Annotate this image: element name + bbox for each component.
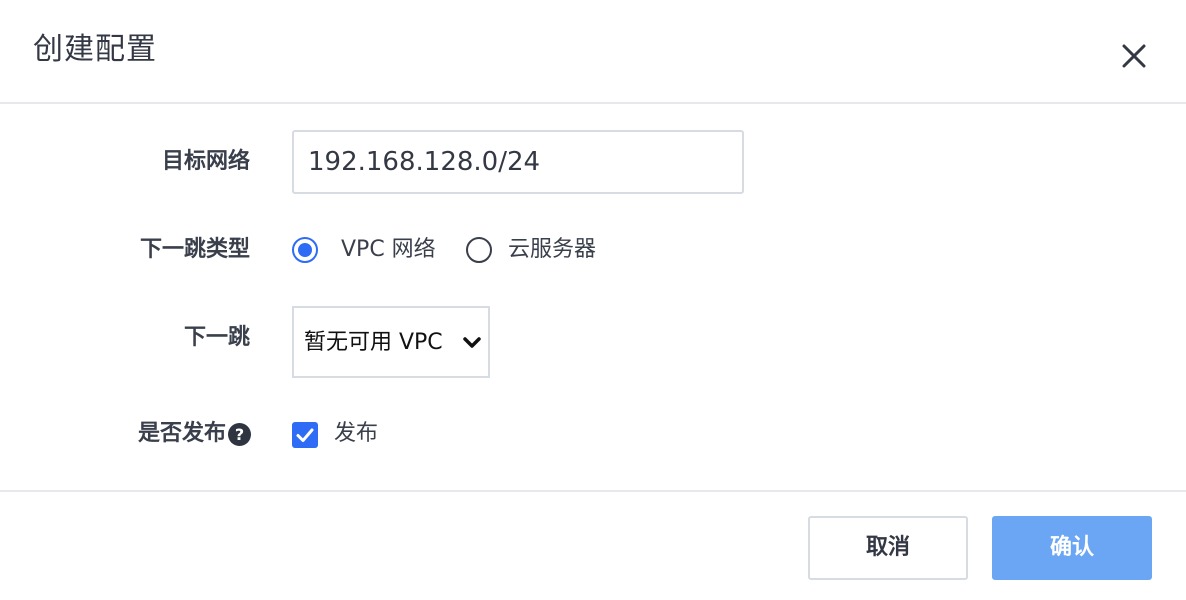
checkmark-icon <box>296 428 314 442</box>
dialog-header: 创建配置 <box>0 0 1186 104</box>
footer-divider <box>0 490 1186 492</box>
publish-label: 是否发布 <box>137 421 226 446</box>
radio-vpc-network-label[interactable]: VPC 网络 <box>341 235 436 265</box>
target-network-label: 目标网络 <box>161 149 250 174</box>
publish-checkbox-label[interactable]: 发布 <box>334 419 378 449</box>
next-hop-type-label: 下一跳类型 <box>139 237 250 262</box>
chevron-down-icon <box>463 337 481 348</box>
radio-vpc-network[interactable] <box>292 237 318 263</box>
radio-cloud-server[interactable] <box>466 237 492 263</box>
radio-selected-dot <box>298 243 312 257</box>
next-hop-label: 下一跳 <box>183 325 250 350</box>
close-icon <box>1122 44 1146 68</box>
target-network-input[interactable] <box>292 130 744 194</box>
next-hop-select[interactable]: 暂无可用 VPC <box>292 306 490 378</box>
dialog-title: 创建配置 <box>33 32 157 67</box>
question-circle-icon[interactable]: ? <box>228 423 251 446</box>
confirm-button[interactable]: 确认 <box>992 516 1152 580</box>
radio-cloud-server-label[interactable]: 云服务器 <box>508 235 596 265</box>
publish-checkbox[interactable] <box>292 422 318 448</box>
next-hop-selected-value: 暂无可用 VPC <box>304 330 443 355</box>
cancel-button[interactable]: 取消 <box>808 516 968 580</box>
close-button[interactable] <box>1114 36 1154 76</box>
